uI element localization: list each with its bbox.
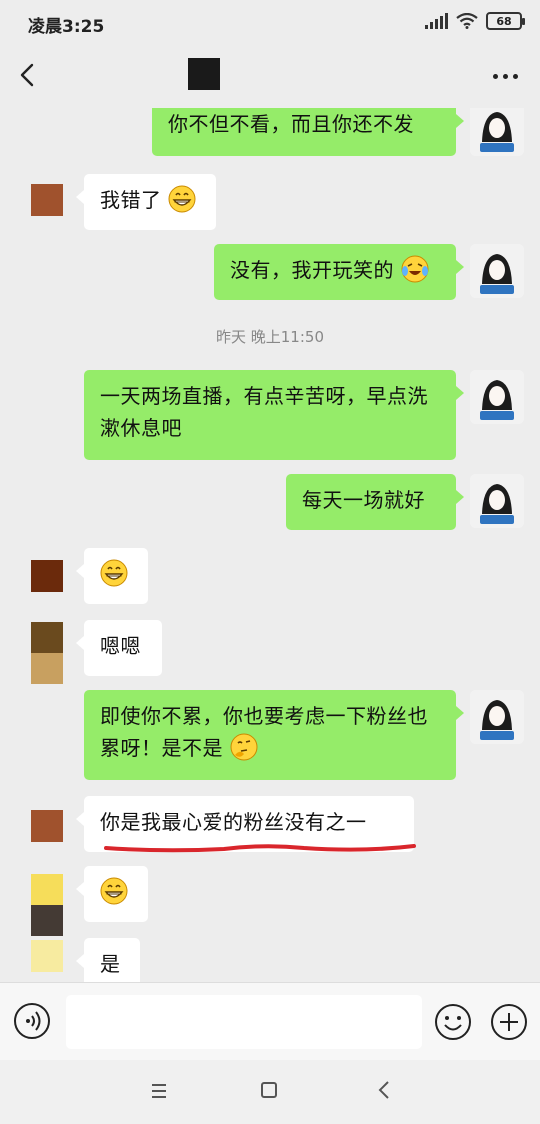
status-bar: 凌晨3:25 68 xyxy=(0,0,540,44)
avatar-portrait-icon xyxy=(470,370,524,424)
more-dots-icon[interactable] xyxy=(493,74,518,79)
message-text: 每天一场就好 xyxy=(302,488,425,512)
message-bubble-received[interactable]: 我错了 xyxy=(76,174,216,230)
avatar[interactable] xyxy=(31,940,63,972)
smiley-icon[interactable] xyxy=(434,1003,472,1041)
avatar[interactable] xyxy=(470,108,524,156)
avatar-portrait-icon xyxy=(470,108,524,156)
message-text: 是 xyxy=(100,952,121,976)
home-icon[interactable] xyxy=(261,1082,277,1098)
message-bubble-received[interactable]: 是 xyxy=(76,938,140,982)
message-bubble-sent[interactable]: 每天一场就好 xyxy=(286,474,464,530)
avatar[interactable] xyxy=(31,874,63,936)
message-bubble-received[interactable] xyxy=(76,866,148,922)
message-text: 我错了 xyxy=(100,188,162,212)
avatar[interactable] xyxy=(470,690,524,744)
input-bar xyxy=(0,982,540,1060)
crying-laughing-emoji-icon xyxy=(401,255,429,283)
plus-icon[interactable] xyxy=(490,1003,528,1041)
message-bubble-received[interactable]: 嗯嗯 xyxy=(76,620,162,676)
message-bubble-sent[interactable]: 一天两场直播，有点辛苦呀，早点洗漱休息吧 xyxy=(84,370,464,460)
avatar[interactable] xyxy=(470,370,524,424)
message-text: 没有，我开玩笑的 xyxy=(230,258,394,282)
status-time: 凌晨3:25 xyxy=(28,17,105,37)
avatar[interactable] xyxy=(31,184,63,216)
avatar-portrait-icon xyxy=(470,244,524,298)
message-bubble-sent[interactable]: 即使你不累，你也要考虑一下粉丝也累呀！是不是 xyxy=(84,690,464,780)
grin-emoji-icon xyxy=(100,559,128,587)
chat-header xyxy=(0,44,540,108)
grin-emoji-icon xyxy=(100,877,128,905)
message-text: 嗯嗯 xyxy=(100,634,141,658)
thinking-emoji-icon xyxy=(230,733,258,761)
message-text: 即使你不累，你也要考虑一下粉丝也累呀！是不是 xyxy=(100,704,428,760)
avatar[interactable] xyxy=(470,244,524,298)
menu-icon[interactable] xyxy=(150,1082,168,1100)
message-text: 一天两场直播，有点辛苦呀，早点洗漱休息吧 xyxy=(100,384,428,440)
chat-area[interactable]: 你不但不看，而且你还不发 我错了 没有，我开玩笑的 昨天 晚上11:50 一天两… xyxy=(0,108,540,982)
chat-title-redacted xyxy=(188,58,220,90)
status-icons: 68 xyxy=(425,12,525,30)
timestamp: 昨天 晚上11:50 xyxy=(216,328,324,346)
avatar[interactable] xyxy=(470,474,524,528)
back-icon[interactable] xyxy=(376,1080,392,1100)
avatar[interactable] xyxy=(31,810,63,842)
avatar[interactable] xyxy=(31,622,63,684)
message-bubble-received[interactable] xyxy=(76,548,148,604)
message-bubble-sent[interactable]: 你不但不看，而且你还不发 xyxy=(152,108,464,156)
message-text: 你不但不看，而且你还不发 xyxy=(168,112,414,136)
signal-icon xyxy=(425,13,448,29)
message-bubble-sent[interactable]: 没有，我开玩笑的 xyxy=(214,244,464,300)
voice-icon[interactable] xyxy=(14,1003,50,1039)
avatar-portrait-icon xyxy=(470,474,524,528)
avatar[interactable] xyxy=(31,560,63,592)
system-nav-bar xyxy=(0,1060,540,1124)
avatar-portrait-icon xyxy=(470,690,524,744)
message-input[interactable] xyxy=(66,995,422,1049)
wifi-icon xyxy=(456,13,478,29)
grin-emoji-icon xyxy=(168,185,196,213)
red-underline-annotation xyxy=(104,844,416,853)
message-text: 你是我最心爱的粉丝没有之一 xyxy=(100,810,367,834)
battery-icon: 68 xyxy=(486,12,525,30)
chevron-left-icon[interactable] xyxy=(14,60,44,90)
